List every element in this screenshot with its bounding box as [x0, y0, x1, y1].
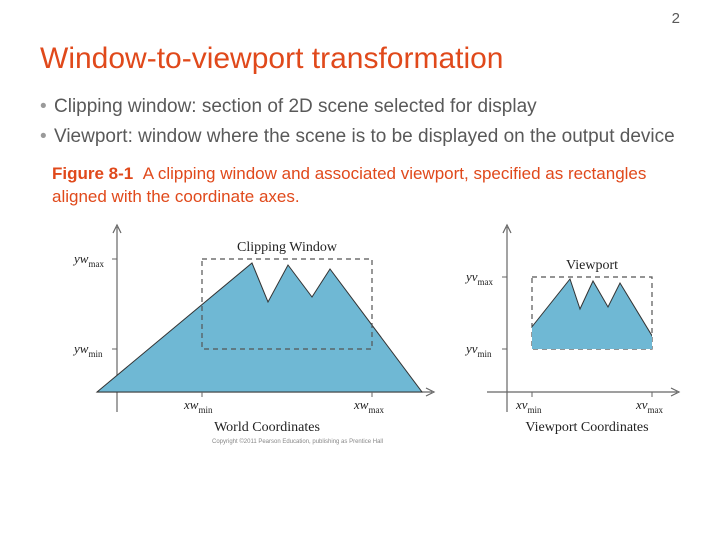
- bullet-list: Clipping window: section of 2D scene sel…: [40, 94, 680, 149]
- label-yvmax: yvmax: [464, 269, 494, 287]
- copyright-text: Copyright ©2011 Pearson Education, publi…: [212, 439, 383, 445]
- figure-number: Figure 8-1: [52, 164, 133, 183]
- viewport-label: Viewport: [566, 258, 618, 273]
- world-plot: ywmax ywmin xwmin xwmax Clipping Window …: [72, 225, 434, 435]
- label-xvmin: xvmin: [515, 397, 542, 415]
- figure-text: A clipping window and associated viewpor…: [52, 164, 646, 206]
- slide: 2 Window-to-viewport transformation Clip…: [0, 0, 720, 540]
- label-ywmax: ywmax: [72, 251, 104, 269]
- label-xvmax: xvmax: [635, 397, 664, 415]
- figure-area: ywmax ywmin xwmin xwmax Clipping Window …: [52, 217, 692, 447]
- label-ywmin: ywmin: [72, 341, 103, 359]
- world-coordinates-label: World Coordinates: [214, 420, 320, 435]
- slide-title: Window-to-viewport transformation: [40, 42, 680, 76]
- clipping-window-label: Clipping Window: [237, 240, 338, 255]
- bullet-item: Viewport: window where the scene is to b…: [40, 124, 680, 150]
- mountain-clip: [492, 279, 677, 377]
- label-yvmin: yvmin: [464, 341, 492, 359]
- figure-svg: ywmax ywmin xwmin xwmax Clipping Window …: [52, 217, 692, 447]
- label-xwmin: xwmin: [183, 397, 213, 415]
- mountain-shape: [97, 263, 422, 392]
- viewport-content: [492, 279, 677, 377]
- viewport-plot: yvmax yvmin xvmin xvmax Viewport Viewpor…: [464, 225, 679, 435]
- page-number: 2: [672, 10, 680, 27]
- figure-caption: Figure 8-1 A clipping window and associa…: [52, 163, 680, 209]
- label-xwmax: xwmax: [353, 397, 384, 415]
- viewport-coordinates-label: Viewport Coordinates: [525, 420, 648, 435]
- bullet-item: Clipping window: section of 2D scene sel…: [40, 94, 680, 120]
